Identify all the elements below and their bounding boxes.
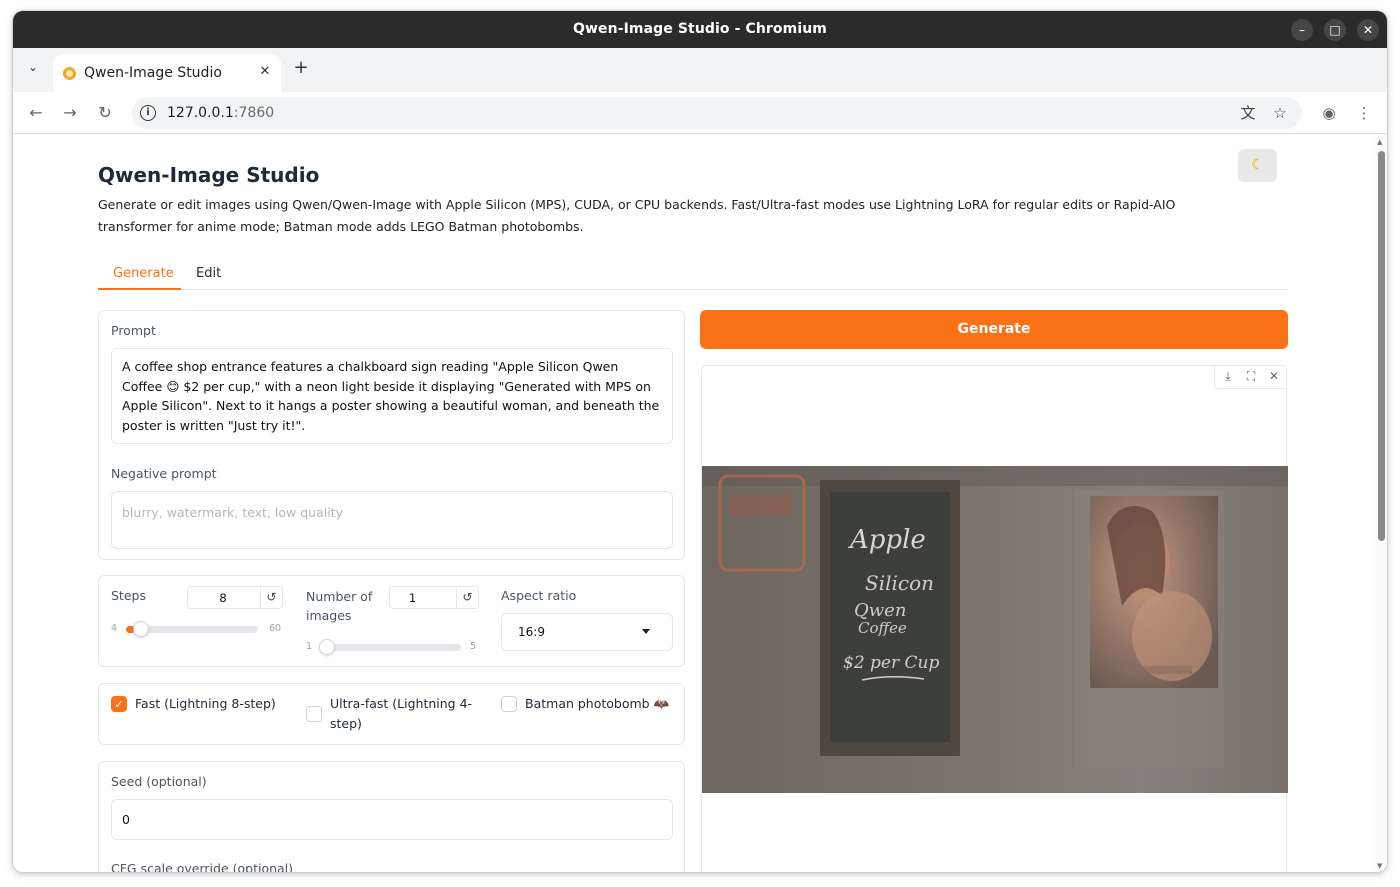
num-images-label: Number of images [306, 589, 373, 623]
fast-mode-label: Fast (Lightning 8-step) [135, 696, 276, 711]
tab-strip: ⌄ Qwen-Image Studio ✕ + [13, 48, 1387, 92]
scrollbar-thumb[interactable] [1378, 151, 1385, 541]
close-icon[interactable]: ✕ [1357, 19, 1379, 41]
steps-value: 8 [219, 591, 227, 605]
steps-reset-icon[interactable]: ↺ [260, 587, 282, 608]
mode-tabs: Generate Edit [98, 256, 1288, 290]
scroll-down-icon[interactable]: ▼ [1377, 862, 1382, 870]
cfg-scale-label: CFG scale override (optional) [111, 861, 294, 872]
reload-icon[interactable]: ↻ [94, 102, 116, 124]
translate-icon[interactable]: 文 [1238, 103, 1258, 123]
close-icon[interactable]: ✕ [1265, 369, 1283, 385]
seed-panel: Seed (optional) 0 CFG scale override (op… [98, 761, 685, 872]
num-images-max: 5 [470, 641, 477, 652]
app-description: Generate or edit images using Qwen/Qwen-… [98, 197, 1176, 234]
negative-prompt-textarea[interactable]: blurry, watermark, text, low quality [111, 491, 673, 549]
options-panel: ✓ Fast (Lightning 8-step) Ultra-fast (Li… [98, 683, 685, 745]
steps-number-input[interactable]: 8 ↺ [187, 586, 283, 609]
favicon-icon [63, 67, 76, 80]
theme-toggle-button[interactable]: ☾ [1238, 149, 1277, 182]
generate-button[interactable]: Generate [700, 310, 1288, 349]
num-images-number-input[interactable]: 1 ↺ [389, 586, 479, 609]
moon-icon: ☾ [1251, 157, 1264, 173]
batman-label: Batman photobomb 🦇 [525, 696, 670, 711]
steps-max: 60 [269, 623, 282, 634]
aspect-ratio-value: 16:9 [518, 625, 545, 639]
page-title: Qwen-Image Studio [98, 163, 320, 187]
tab-edit[interactable]: Edit [196, 266, 221, 281]
chalk-apple: Apple [848, 525, 926, 555]
browser-tab[interactable]: Qwen-Image Studio ✕ [53, 54, 281, 92]
address-bar[interactable]: i 127.0.0.1:7860 文 ☆ [132, 97, 1302, 129]
back-arrow-icon[interactable]: ← [25, 102, 47, 124]
site-info-icon[interactable]: i [140, 105, 156, 121]
scroll-up-icon[interactable]: ▲ [1377, 138, 1382, 146]
chalk-qwen: Qwen [854, 600, 906, 621]
tab-title: Qwen-Image Studio [84, 65, 222, 81]
download-icon[interactable]: ⤓ [1219, 369, 1237, 385]
tab-close-icon[interactable]: ✕ [257, 64, 273, 80]
num-images-slider[interactable] [319, 639, 461, 655]
steps-min: 4 [111, 623, 118, 634]
steps-slider[interactable] [126, 621, 258, 637]
minimize-icon[interactable]: – [1291, 19, 1313, 41]
bookmark-star-icon[interactable]: ☆ [1270, 103, 1290, 123]
window-title: Qwen-Image Studio - Chromium [573, 21, 827, 37]
chalk-coffee: Coffee [858, 619, 907, 637]
settings-panel: Steps 8 ↺ 4 60 Number of images 1 ↺ 1 5 [98, 575, 685, 667]
prompt-label: Prompt [111, 323, 156, 338]
chalk-price: $2 per Cup [843, 653, 939, 673]
generated-image-svg: Apple Silicon Qwen Coffee $2 per Cup [702, 466, 1288, 793]
forward-arrow-icon[interactable]: → [59, 102, 81, 124]
prompt-panel: Prompt A coffee shop entrance features a… [98, 310, 685, 560]
num-images-min: 1 [306, 641, 313, 652]
maximize-icon[interactable]: □ [1324, 19, 1346, 41]
negative-prompt-label: Negative prompt [111, 466, 217, 481]
num-images-reset-icon[interactable]: ↺ [456, 587, 478, 608]
fullscreen-icon[interactable]: ⛶ [1242, 369, 1260, 385]
generated-image: Apple Silicon Qwen Coffee $2 per Cup [702, 466, 1288, 793]
chalk-silicon: Silicon [865, 571, 934, 595]
menu-kebab-icon[interactable]: ⋮ [1353, 102, 1375, 124]
url-text[interactable]: 127.0.0.1:7860 [167, 105, 274, 121]
page-scrollbar[interactable]: ▲ ▼ [1375, 134, 1387, 872]
ultra-fast-label: Ultra-fast (Lightning 4-step) [330, 696, 473, 731]
steps-label: Steps [111, 588, 146, 603]
chevron-down-icon [642, 629, 650, 634]
browser-toolbar: ← → ↻ i 127.0.0.1:7860 文 ☆ ◉ ⋮ [13, 92, 1387, 134]
seed-input[interactable]: 0 [111, 799, 673, 840]
ultra-fast-checkbox[interactable] [306, 706, 322, 722]
profile-icon[interactable]: ◉ [1318, 102, 1340, 124]
browser-window: Qwen-Image Studio - Chromium – □ ✕ ⌄ Qwe… [13, 11, 1387, 872]
num-images-value: 1 [408, 591, 417, 605]
steps-slider-thumb[interactable] [133, 621, 149, 637]
aspect-ratio-label: Aspect ratio [501, 588, 577, 603]
batman-checkbox[interactable] [501, 696, 517, 712]
aspect-ratio-select[interactable]: 16:9 [501, 613, 673, 651]
prompt-textarea[interactable]: A coffee shop entrance features a chalkb… [111, 348, 673, 444]
tab-search-chevron-icon[interactable]: ⌄ [23, 60, 43, 80]
active-tab-indicator [98, 288, 181, 290]
seed-label: Seed (optional) [111, 774, 207, 789]
image-toolbar: ⤓ ⛶ ✕ [1214, 366, 1286, 389]
output-image-panel: ⤓ ⛶ ✕ Apple Silicon Qwen Coffee $2 per C… [701, 365, 1288, 872]
page-content: Qwen-Image Studio ☾ Generate or edit ima… [13, 134, 1387, 872]
fast-mode-checkbox[interactable]: ✓ [111, 696, 127, 712]
title-bar: Qwen-Image Studio - Chromium – □ ✕ [13, 11, 1387, 48]
num-images-slider-thumb[interactable] [319, 639, 335, 655]
tab-generate[interactable]: Generate [113, 266, 174, 281]
new-tab-icon[interactable]: + [291, 58, 311, 78]
